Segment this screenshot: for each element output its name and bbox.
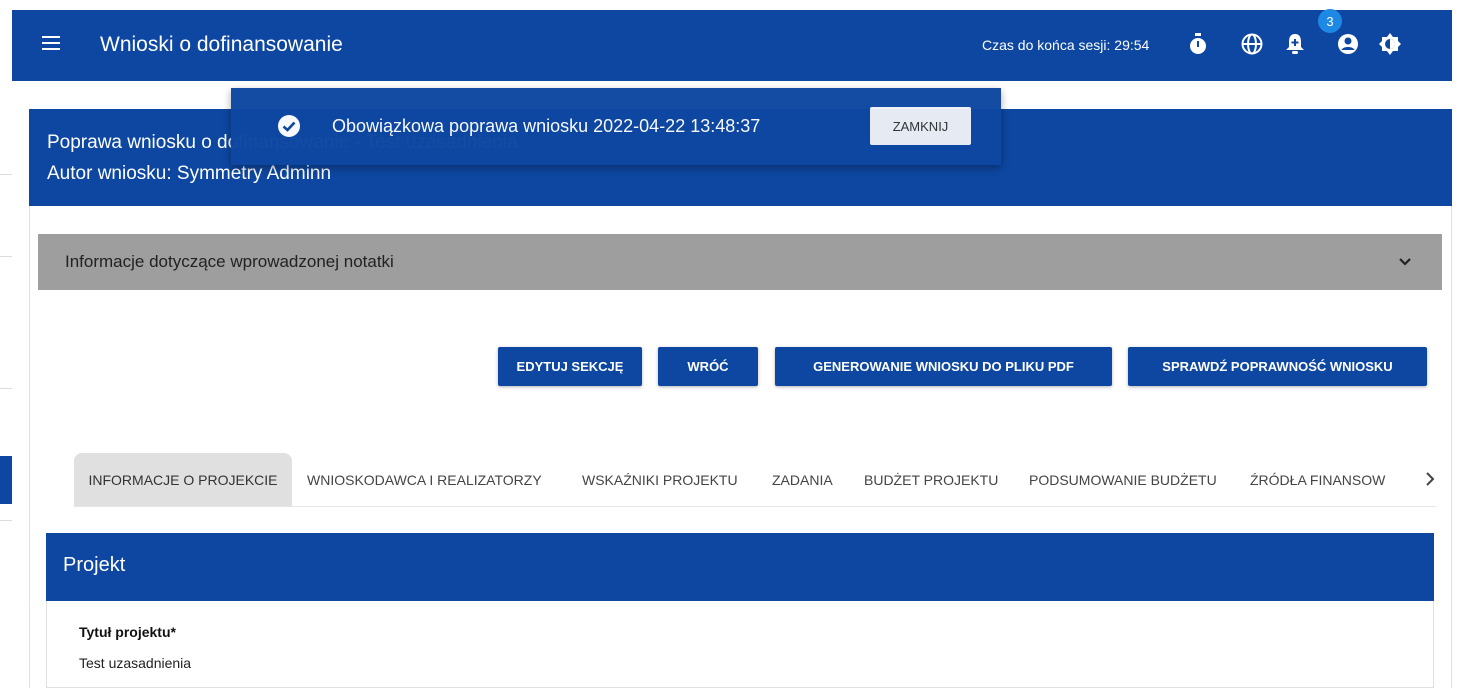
tab-indicators[interactable]: WSKAŹNIKI PROJEKTU [582, 453, 738, 506]
snackbar-message: Obowiązkowa poprawa wniosku 2022-04-22 1… [332, 116, 761, 136]
project-title-value: Test uzasadnienia [79, 655, 192, 671]
chevron-right-icon[interactable] [1420, 469, 1440, 489]
session-timer-label: Czas do końca sesji: 29:54 [982, 37, 1150, 53]
menu-icon[interactable] [42, 36, 60, 50]
project-section-header: Projekt [46, 533, 1434, 601]
sidebar-divider [0, 256, 12, 257]
tab-tasks[interactable]: ZADANIA [772, 453, 833, 506]
application-author: Autor wniosku: Symmetry Adminn [47, 163, 332, 184]
tab-applicant[interactable]: WNIOSKODAWCA I REALIZATORZY [307, 453, 542, 506]
project-title-label: Tytuł projektu* [79, 624, 176, 640]
globe-icon[interactable] [1240, 32, 1264, 56]
back-button[interactable]: WRÓĆ [658, 347, 758, 386]
sidebar-active-item[interactable] [0, 456, 12, 504]
top-app-bar: Wnioski o dofinansowanie Czas do końca s… [12, 9, 1452, 81]
tab-budget-summary[interactable]: PODSUMOWANIE BUDŻETU [1029, 453, 1217, 506]
contrast-icon[interactable] [1378, 32, 1402, 56]
sidebar-divider [0, 520, 12, 521]
notes-accordion[interactable]: Informacje dotyczące wprowadzonej notatk… [38, 234, 1442, 290]
app-title: Wnioski o dofinansowanie [100, 33, 343, 56]
sidebar-divider [0, 388, 12, 389]
bell-icon[interactable] [1283, 32, 1307, 56]
notification-snackbar: Obowiązkowa poprawa wniosku 2022-04-22 1… [231, 88, 1001, 165]
project-section-title: Projekt [63, 554, 126, 576]
sidebar-edge [0, 0, 12, 688]
tab-project-info[interactable]: INFORMACJE O PROJEKCIE [74, 453, 292, 506]
check-circle-icon [277, 114, 301, 138]
tab-funding-sources[interactable]: ŹRÓDŁA FINANSOW [1250, 453, 1409, 506]
generate-pdf-button[interactable]: GENEROWANIE WNIOSKU DO PLIKU PDF [775, 347, 1112, 386]
stopwatch-icon[interactable] [1186, 32, 1210, 56]
notes-accordion-label: Informacje dotyczące wprowadzonej notatk… [65, 252, 394, 271]
validate-application-button[interactable]: SPRAWDŹ POPRAWNOŚĆ WNIOSKU [1128, 347, 1427, 386]
tab-budget[interactable]: BUDŻET PROJEKTU [864, 453, 998, 506]
edit-section-button[interactable]: EDYTUJ SEKCJĘ [498, 347, 642, 386]
tabs-divider [74, 506, 1436, 507]
user-icon[interactable] [1336, 32, 1360, 56]
notifications-badge: 3 [1318, 9, 1342, 33]
sidebar-divider [0, 174, 12, 175]
close-snackbar-button[interactable]: ZAMKNIJ [870, 107, 971, 145]
chevron-down-icon [1398, 254, 1412, 272]
